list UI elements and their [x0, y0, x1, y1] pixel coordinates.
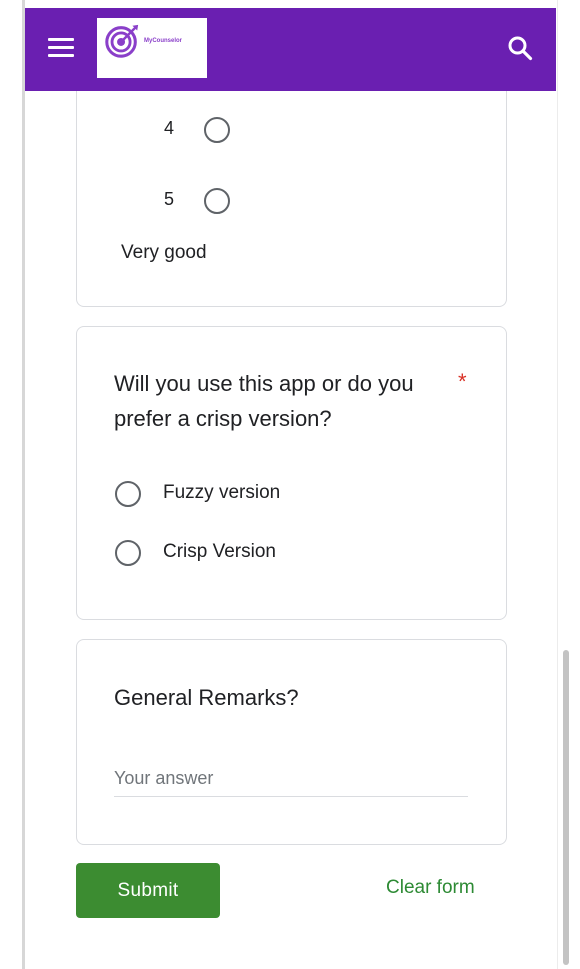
remarks-question-title: General Remarks?: [114, 685, 299, 710]
brand-logo[interactable]: MyCounselor: [97, 18, 207, 78]
remarks-question-card: [76, 639, 507, 845]
scale-option-5-radio[interactable]: [204, 188, 230, 214]
submit-button[interactable]: Submit: [76, 863, 220, 918]
menu-icon[interactable]: [48, 38, 75, 58]
logo-icon: [105, 24, 139, 58]
fuzzy-version-label[interactable]: Fuzzy version: [163, 482, 280, 504]
scrollbar-thumb[interactable]: [563, 650, 569, 965]
remarks-answer-input[interactable]: [114, 760, 468, 797]
version-question-title: Will you use this app or do you prefer a…: [114, 371, 414, 431]
required-asterisk: *: [458, 369, 467, 394]
crisp-version-radio[interactable]: [115, 540, 141, 566]
left-border: [22, 0, 25, 969]
scale-option-4-label: 4: [164, 118, 175, 138]
brand-name: MyCounselor: [144, 38, 183, 44]
form-page: 4 5 Very good Will you use this app or d…: [0, 0, 580, 969]
fuzzy-version-radio[interactable]: [115, 481, 141, 507]
crisp-version-label[interactable]: Crisp Version: [163, 541, 276, 563]
scale-high-label: Very good: [121, 242, 207, 263]
rating-question-card: [76, 60, 507, 307]
search-icon[interactable]: [507, 35, 533, 61]
scale-option-4-radio[interactable]: [204, 117, 230, 143]
scale-option-5-label: 5: [164, 189, 175, 209]
clear-form-link[interactable]: Clear form: [386, 877, 475, 899]
